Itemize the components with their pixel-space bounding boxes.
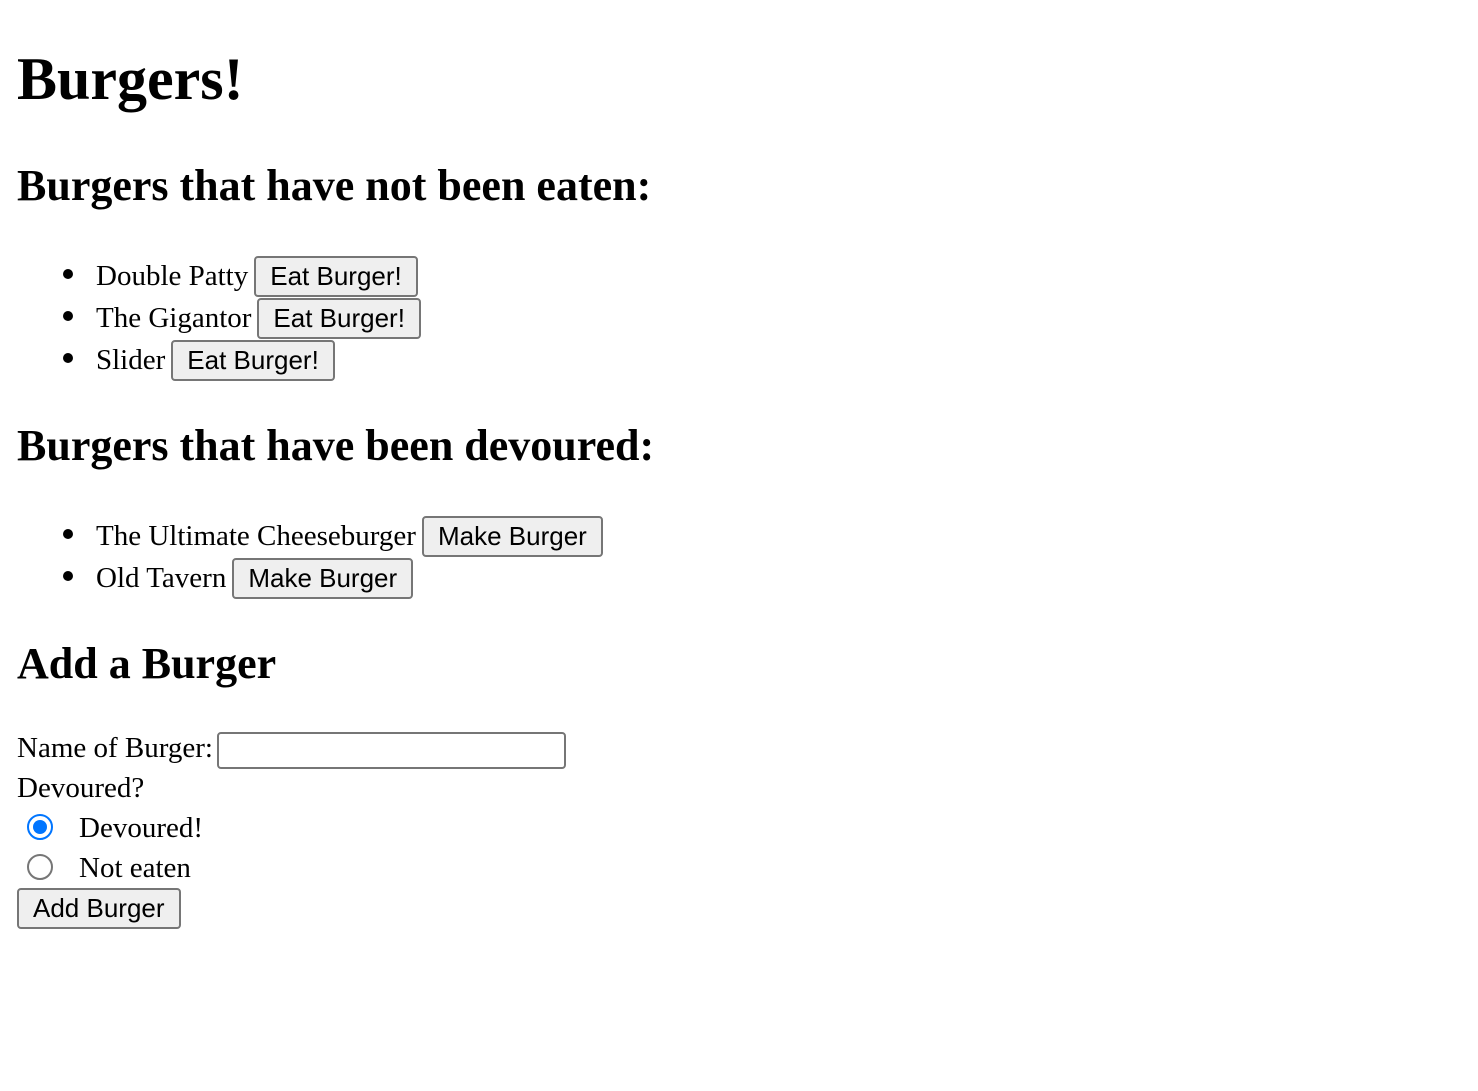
add-burger-form: Name of Burger: Devoured? Devoured! Not … <box>17 728 566 929</box>
burger-name: The Ultimate Cheeseburger <box>96 520 416 553</box>
page-title: Burgers! <box>17 46 244 112</box>
bullet-icon <box>63 269 73 279</box>
devoured-label: Devoured? <box>17 772 145 804</box>
devoured-option-label: Devoured! <box>79 812 204 844</box>
bullet-icon <box>63 571 73 581</box>
list-item: Slider Eat Burger! <box>60 337 421 381</box>
bullet-icon <box>63 529 73 539</box>
name-label: Name of Burger: <box>17 732 213 764</box>
add-burger-button[interactable]: Add Burger <box>17 888 181 929</box>
make-burger-button[interactable]: Make Burger <box>232 557 414 599</box>
not-eaten-option-label: Not eaten <box>79 852 191 884</box>
eat-burger-button[interactable]: Eat Burger! <box>257 297 421 339</box>
bullet-icon <box>63 311 73 321</box>
not-eaten-heading: Burgers that have not been eaten: <box>17 161 652 210</box>
make-burger-button[interactable]: Make Burger <box>421 515 603 557</box>
burger-name: Double Patty <box>96 260 249 293</box>
burger-name: Old Tavern <box>96 562 227 595</box>
not-eaten-radio[interactable] <box>27 854 53 881</box>
devoured-list: The Ultimate Cheeseburger Make Burger Old… <box>60 513 603 599</box>
submit-row: Add Burger <box>17 888 566 929</box>
list-item: The Gigantor Eat Burger! <box>60 295 421 339</box>
burger-name: The Gigantor <box>96 302 252 335</box>
bullet-icon <box>63 353 73 363</box>
devoured-radio[interactable] <box>27 814 53 841</box>
eat-burger-button[interactable]: Eat Burger! <box>171 339 335 381</box>
burger-name: Slider <box>96 344 166 377</box>
add-burger-heading: Add a Burger <box>17 639 277 688</box>
devoured-heading: Burgers that have been devoured: <box>17 421 655 470</box>
list-item: Old Tavern Make Burger <box>60 555 603 599</box>
not-eaten-list: Double Patty Eat Burger! The Gigantor Eat … <box>60 253 421 381</box>
burger-name-input[interactable] <box>216 731 566 769</box>
list-item: The Ultimate Cheeseburger Make Burger <box>60 513 603 557</box>
eat-burger-button[interactable]: Eat Burger! <box>254 255 418 297</box>
radio-row-devoured: Devoured! <box>17 808 566 848</box>
list-item: Double Patty Eat Burger! <box>60 253 421 297</box>
radio-row-not-eaten: Not eaten <box>17 848 566 888</box>
name-row: Name of Burger: <box>17 728 566 769</box>
